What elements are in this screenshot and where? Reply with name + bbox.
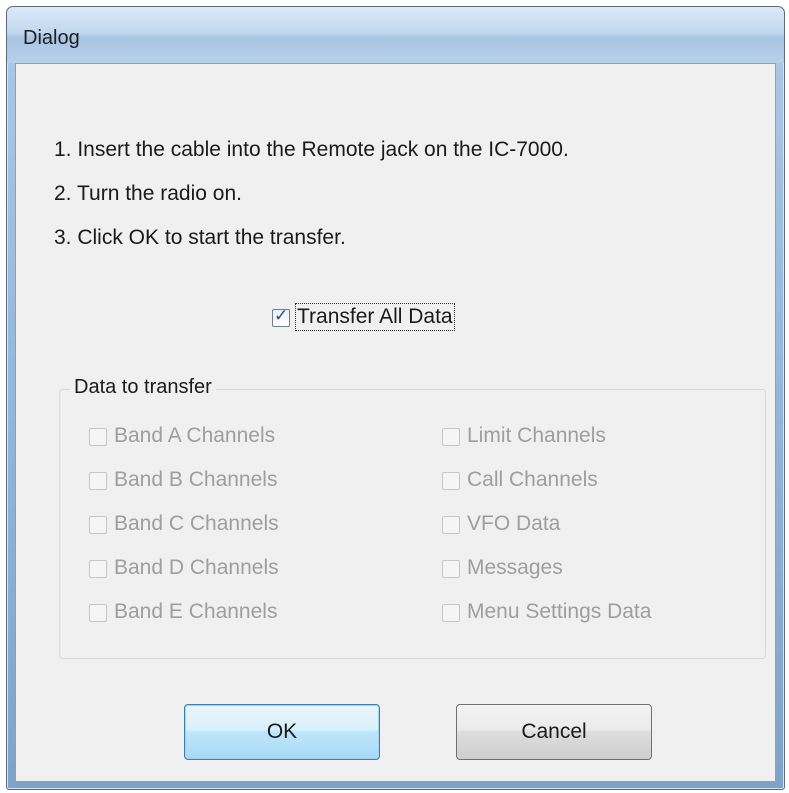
band-c-label: Band C Channels <box>114 512 279 535</box>
messages-checkbox[interactable] <box>442 560 460 578</box>
band-d-checkbox[interactable] <box>89 560 107 578</box>
transfer-all-label[interactable]: Transfer All Data <box>295 303 455 331</box>
instruction-step-3: 3. Click OK to start the transfer. <box>54 226 346 249</box>
checkmark-icon: ✓ <box>274 306 289 325</box>
call-channels-checkbox[interactable] <box>442 472 460 490</box>
call-channels-label: Call Channels <box>467 468 598 491</box>
messages-label: Messages <box>467 556 563 579</box>
transfer-all-checkbox[interactable]: ✓ <box>272 306 290 327</box>
band-a-label: Band A Channels <box>114 424 276 447</box>
band-b-checkbox[interactable] <box>89 472 107 490</box>
band-a-checkbox[interactable] <box>89 428 107 446</box>
menu-settings-label: Menu Settings Data <box>467 600 652 623</box>
band-d-label: Band D Channels <box>114 556 279 579</box>
vfo-data-checkbox[interactable] <box>442 516 460 534</box>
dialog-window: Dialog 1. Insert the cable into the Remo… <box>6 6 785 790</box>
title-bar[interactable]: Dialog <box>7 7 784 63</box>
cancel-button[interactable]: Cancel <box>456 704 652 760</box>
instruction-step-2: 2. Turn the radio on. <box>54 182 242 205</box>
window-title: Dialog <box>23 27 80 49</box>
instruction-step-1: 1. Insert the cable into the Remote jack… <box>54 138 569 161</box>
band-e-checkbox[interactable] <box>89 604 107 622</box>
band-e-label: Band E Channels <box>114 600 278 623</box>
vfo-data-label: VFO Data <box>467 512 561 535</box>
ok-button[interactable]: OK <box>184 704 380 760</box>
band-b-label: Band B Channels <box>114 468 278 491</box>
limit-channels-label: Limit Channels <box>467 424 606 447</box>
dialog-client-area: 1. Insert the cable into the Remote jack… <box>15 63 776 782</box>
data-to-transfer-group: Data to transfer Band A Channels Band B … <box>59 376 766 659</box>
group-legend: Data to transfer <box>70 376 216 399</box>
band-c-checkbox[interactable] <box>89 516 107 534</box>
limit-channels-checkbox[interactable] <box>442 428 460 446</box>
menu-settings-checkbox[interactable] <box>442 604 460 622</box>
